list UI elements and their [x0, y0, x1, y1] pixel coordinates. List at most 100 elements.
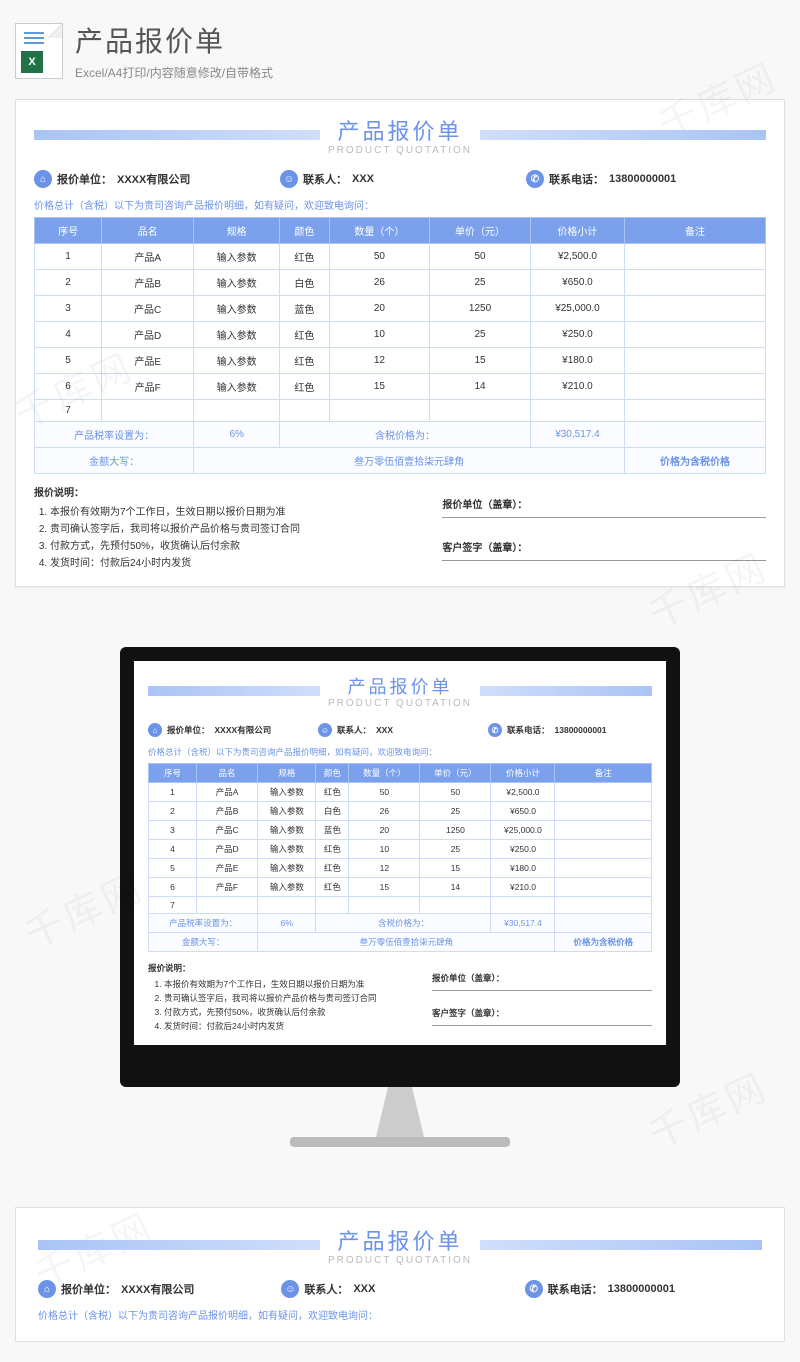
footer-title: 报价说明：: [34, 484, 422, 499]
person-icon: ☺: [280, 170, 298, 188]
table-row: 1产品A输入参数红色 5050¥2,500.0: [35, 244, 766, 270]
template-preview-page: 千库网 千库网 千库网 千库网 千库网 千库网 X 产品报价单 Excel/A4…: [0, 0, 800, 1362]
person-icon: ☺: [281, 1280, 299, 1298]
col-subtotal: 价格小计: [530, 218, 624, 244]
excel-badge: X: [21, 51, 43, 73]
monitor-base: [290, 1137, 510, 1147]
amount-cn-row: 金额大写： 叁万零伍佰壹拾柒元肆角 价格为含税价格: [149, 933, 652, 952]
quotation-notice: 价格总计（含税）以下为贵司咨询产品报价明细，如有疑问，欢迎致电询问：: [34, 194, 766, 217]
price-note: 价格为含税价格: [555, 933, 652, 952]
amount-cn-label: 金额大写：: [35, 448, 194, 474]
signature-company: 报价单位（盖章）：: [432, 969, 652, 991]
page-subtitle: Excel/A4打印/内容随意修改/自带格式: [75, 64, 785, 81]
title-bar-left: [148, 686, 320, 696]
col-seq: 序号: [35, 218, 102, 244]
contact-value: XXX: [353, 1283, 375, 1295]
quotation-document-in-monitor: 产品报价单 PRODUCT QUOTATION ⌂ 报价单位： XXXX有限公司…: [148, 673, 652, 1033]
total-value: ¥30,517.4: [530, 422, 624, 448]
footer-note-item: 本报价有效期为7个工作日，生效日期以报价日期为准: [164, 977, 412, 991]
table-row: 5产品E输入参数红色 1215¥180.0: [35, 348, 766, 374]
col-subtotal: 价格小计: [491, 764, 555, 783]
col-spec: 规格: [194, 218, 280, 244]
footer-notes-list: 本报价有效期为7个工作日，生效日期以报价日期为准贵司确认签字后，我司将以报价产品…: [50, 502, 422, 570]
table-row: 5产品E输入参数红色 1215¥180.0: [149, 859, 652, 878]
amount-cn-label: 金额大写：: [149, 933, 258, 952]
amount-cn-value: 叁万零伍佰壹拾柒元肆角: [258, 933, 555, 952]
phone-label: 联系电话：: [507, 724, 550, 736]
col-remark: 备注: [555, 764, 652, 783]
table-row: 3产品C输入参数蓝色 201250¥25,000.0: [149, 821, 652, 840]
quotation-title: 产品报价单: [328, 114, 472, 146]
table-row: 2产品B输入参数白色 2625¥650.0: [35, 270, 766, 296]
company-value: XXXX有限公司: [121, 1281, 194, 1297]
col-name: 品名: [196, 764, 257, 783]
col-color: 颜色: [316, 764, 349, 783]
col-color: 颜色: [280, 218, 329, 244]
quotation-info-row: ⌂ 报价单位： XXXX有限公司 ☺ 联系人： XXX ✆ 联系电话： 1380…: [148, 717, 652, 743]
col-name: 品名: [102, 218, 194, 244]
title-bar-left: [34, 130, 320, 140]
phone-icon: ✆: [525, 1280, 543, 1298]
col-price: 单价（元）: [430, 218, 531, 244]
person-icon: ☺: [318, 723, 332, 737]
col-qty: 数量（个）: [329, 218, 430, 244]
quotation-table: 序号 品名 规格 颜色 数量（个） 单价（元） 价格小计 备注 1产品A输入参数…: [148, 763, 652, 952]
quotation-table: 序号 品名 规格 颜色 数量（个） 单价（元） 价格小计 备注 1产品A输入参数…: [34, 217, 766, 474]
table-header-row: 序号 品名 规格 颜色 数量（个） 单价（元） 价格小计 备注: [149, 764, 652, 783]
table-row: 4产品D输入参数红色 1025¥250.0: [149, 840, 652, 859]
footer-note-item: 发货时间：付款后24小时内发货: [50, 553, 422, 570]
table-row: 6产品F输入参数红色 1514¥210.0: [35, 374, 766, 400]
footer-notes-list: 本报价有效期为7个工作日，生效日期以报价日期为准贵司确认签字后，我司将以报价产品…: [164, 977, 412, 1033]
phone-value: 13800000001: [609, 173, 676, 185]
title-bar-right: [480, 686, 652, 696]
total-label: 含税价格为：: [316, 914, 491, 933]
col-remark: 备注: [625, 218, 766, 244]
price-note: 价格为含税价格: [625, 448, 766, 474]
quotation-footer: 报价说明： 本报价有效期为7个工作日，生效日期以报价日期为准贵司确认签字后，我司…: [148, 962, 652, 1033]
col-qty: 数量（个）: [349, 764, 420, 783]
footer-note-item: 付款方式，先预付50%，收货确认后付余款: [164, 1005, 412, 1019]
home-icon: ⌂: [34, 170, 52, 188]
quotation-notice: 价格总计（含税）以下为贵司咨询产品报价明细，如有疑问，欢迎致电询问：: [38, 1304, 762, 1327]
signature-customer: 客户签字（盖章）：: [432, 1004, 652, 1026]
monitor-stand: [360, 1087, 440, 1137]
total-value: ¥30,517.4: [491, 914, 555, 933]
table-row: 2产品B输入参数白色 2625¥650.0: [149, 802, 652, 821]
tax-row: 产品税率设置为： 6% 含税价格为： ¥30,517.4: [35, 422, 766, 448]
phone-label: 联系电话：: [549, 171, 604, 187]
quotation-title: 产品报价单: [328, 673, 472, 699]
quotation-title-block: 产品报价单 PRODUCT QUOTATION: [34, 114, 766, 156]
quotation-title-block: 产品报价单 PRODUCT QUOTATION: [148, 673, 652, 709]
table-header-row: 序号 品名 规格 颜色 数量（个） 单价（元） 价格小计 备注: [35, 218, 766, 244]
page-header: X 产品报价单 Excel/A4打印/内容随意修改/自带格式: [15, 20, 785, 81]
table-row: 7: [149, 897, 652, 914]
col-spec: 规格: [258, 764, 316, 783]
table-row: 6产品F输入参数红色 1514¥210.0: [149, 878, 652, 897]
title-bar-right: [480, 1240, 762, 1250]
footer-note-item: 贵司确认签字后，我司将以报价产品价格与贵司签订合同: [50, 519, 422, 536]
monitor-mockup: 产品报价单 PRODUCT QUOTATION ⌂ 报价单位： XXXX有限公司…: [15, 647, 785, 1147]
signature-company: 报价单位（盖章）：: [442, 493, 766, 518]
tax-label: 产品税率设置为：: [35, 422, 194, 448]
amount-cn-row: 金额大写： 叁万零伍佰壹拾柒元肆角 价格为含税价格: [35, 448, 766, 474]
table-row: 1产品A输入参数红色 5050¥2,500.0: [149, 783, 652, 802]
title-bar-left: [38, 1240, 320, 1250]
monitor-bezel: [120, 1059, 680, 1087]
amount-cn-value: 叁万零伍佰壹拾柒元肆角: [194, 448, 625, 474]
company-value: XXXX有限公司: [215, 724, 272, 736]
contact-label: 联系人：: [303, 171, 347, 187]
table-row: 7: [35, 400, 766, 422]
quotation-footer: 报价说明： 本报价有效期为7个工作日，生效日期以报价日期为准贵司确认签字后，我司…: [34, 484, 766, 570]
company-value: XXXX有限公司: [117, 171, 190, 187]
quotation-subtitle: PRODUCT QUOTATION: [328, 1255, 472, 1266]
contact-value: XXX: [352, 173, 374, 185]
tax-value: 6%: [194, 422, 280, 448]
quotation-document: 产品报价单 PRODUCT QUOTATION ⌂ 报价单位： XXXX有限公司…: [34, 114, 766, 570]
quotation-notice: 价格总计（含税）以下为贵司咨询产品报价明细，如有疑问，欢迎致电询问：: [148, 743, 652, 763]
footer-note-item: 本报价有效期为7个工作日，生效日期以报价日期为准: [50, 502, 422, 519]
page-title: 产品报价单: [75, 20, 785, 60]
phone-value: 13800000001: [555, 725, 607, 735]
quotation-preview-card: 产品报价单 PRODUCT QUOTATION ⌂ 报价单位： XXXX有限公司…: [15, 99, 785, 587]
excel-file-icon: X: [15, 23, 63, 79]
signature-customer: 客户签字（盖章）：: [442, 536, 766, 561]
